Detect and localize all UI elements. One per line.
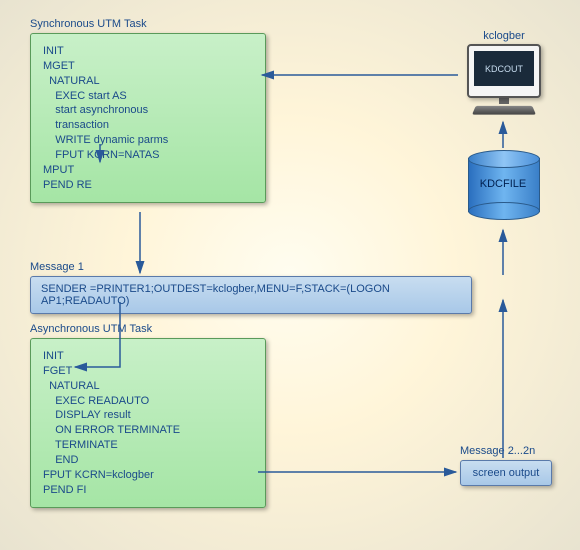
async-task-title: Asynchronous UTM Task: [30, 323, 152, 335]
kdcfile-label: KDCFILE: [468, 178, 538, 190]
sync-line-2: NATURAL: [43, 74, 253, 89]
async-line-6: TERMINATE: [43, 438, 253, 453]
async-line-5: ON ERROR TERMINATE: [43, 423, 253, 438]
sync-task-title: Synchronous UTM Task: [30, 18, 147, 30]
kdcfile-cylinder: KDCFILE: [468, 150, 538, 215]
message2-box: screen output: [460, 460, 552, 486]
sync-task-box: INIT MGET NATURAL EXEC start AS start as…: [30, 33, 266, 203]
computer-label: kclogber: [460, 30, 548, 42]
sync-line-4: start asynchronous: [43, 103, 253, 118]
async-line-3: EXEC READAUTO: [43, 394, 253, 409]
async-line-4: DISPLAY result: [43, 408, 253, 423]
async-line-8: FPUT KCRN=kclogber: [43, 468, 253, 483]
computer-screen-text: KDCOUT: [474, 51, 534, 86]
async-line-1: FGET: [43, 364, 253, 379]
async-line-0: INIT: [43, 349, 253, 364]
message2-text: screen output: [473, 467, 540, 479]
sync-line-0: INIT: [43, 44, 253, 59]
message2-title: Message 2...2n: [460, 445, 535, 457]
computer-icon: kclogber KDCOUT: [460, 30, 548, 115]
async-line-9: PEND FI: [43, 483, 253, 498]
async-task-box: INIT FGET NATURAL EXEC READAUTO DISPLAY …: [30, 338, 266, 508]
sync-line-1: MGET: [43, 59, 253, 74]
sync-line-10: PEND RE: [43, 178, 253, 193]
message1-box: SENDER =PRINTER1;OUTDEST=kclogber,MENU=F…: [30, 276, 472, 314]
sync-line-5: transaction: [43, 118, 253, 133]
sync-line-9: MPUT: [43, 163, 253, 178]
sync-line-8: FPUT KCRN=NATAS: [43, 148, 253, 163]
message1-title: Message 1: [30, 261, 84, 273]
sync-line-6: WRITE dynamic parms: [43, 133, 253, 148]
async-line-2: NATURAL: [43, 379, 253, 394]
async-line-7: END: [43, 453, 253, 468]
sync-line-3: EXEC start AS: [43, 89, 253, 104]
message1-text: SENDER =PRINTER1;OUTDEST=kclogber,MENU=F…: [41, 283, 390, 307]
